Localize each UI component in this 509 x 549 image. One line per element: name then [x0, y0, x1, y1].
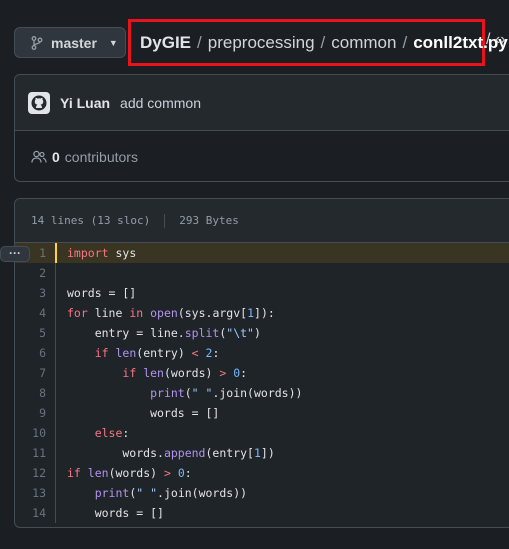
code-text: import sys: [67, 246, 137, 260]
code-line[interactable]: 9 words = []: [15, 403, 509, 423]
contributors-count: 0: [52, 149, 60, 165]
breadcrumb-separator: /: [402, 32, 408, 52]
line-number[interactable]: 5: [15, 326, 55, 340]
code-view: 1 import sys 2 3 words = [] 4 for line in o…: [15, 243, 509, 523]
code-text: if len(entry) < 2:: [94, 346, 220, 360]
file-box: 14 lines (13 sloc) 293 Bytes 1 import sys…: [14, 198, 509, 528]
code-line[interactable]: 10 else:: [15, 423, 509, 443]
file-header: 14 lines (13 sloc) 293 Bytes: [15, 199, 509, 243]
line-number[interactable]: 6: [15, 346, 55, 360]
line-actions-button[interactable]: ···: [0, 246, 30, 262]
code-line[interactable]: 3 words = []: [15, 283, 509, 303]
code-text: for line in open(sys.argv[1]):: [67, 306, 275, 320]
latest-commit: Yi Luan add common: [15, 75, 509, 131]
commit-author-link[interactable]: Yi Luan: [60, 95, 110, 111]
chevron-down-icon: ▼: [108, 37, 118, 48]
line-number[interactable]: 13: [15, 486, 55, 500]
code-text: print(" ".join(words)): [94, 486, 248, 500]
breadcrumb-dir-preprocessing[interactable]: preprocessing: [208, 33, 315, 53]
code-line[interactable]: 7 if len(words) > 0:: [15, 363, 509, 383]
code-text: if len(words) > 0:: [67, 466, 192, 480]
line-number[interactable]: 8: [15, 386, 55, 400]
code-line[interactable]: 13 print(" ".join(words)): [15, 483, 509, 503]
page: master ▼ DyGIE / preprocessing / common …: [0, 0, 509, 549]
code-text: else:: [94, 426, 130, 440]
code-line[interactable]: 4 for line in open(sys.argv[1]):: [15, 303, 509, 323]
code-text: print(" ".join(words)): [150, 386, 303, 400]
code-text: words = []: [67, 286, 137, 300]
file-line-count: 14 lines (13 sloc): [31, 214, 151, 227]
code-line[interactable]: 1 import sys: [15, 243, 509, 263]
line-number[interactable]: 2: [15, 266, 55, 280]
branch-select-button[interactable]: master ▼: [14, 27, 126, 58]
line-number[interactable]: 14: [15, 506, 55, 520]
avatar[interactable]: [28, 91, 50, 114]
breadcrumb: DyGIE / preprocessing / common / conll2t…: [128, 19, 508, 66]
git-branch-icon: [31, 35, 43, 50]
people-icon: [31, 150, 47, 163]
code-text: words.append(entry[1]): [67, 446, 275, 460]
code-text: words = []: [67, 406, 220, 420]
code-line[interactable]: 12 if len(words) > 0:: [15, 463, 509, 483]
header-divider: [164, 213, 166, 228]
commit-message-link[interactable]: add common: [120, 95, 201, 111]
code-line[interactable]: 11 words.append(entry[1]): [15, 443, 509, 463]
line-gutter: [55, 263, 59, 283]
code-line[interactable]: 8 print(" ".join(words)): [15, 383, 509, 403]
commit-box: Yi Luan add common 0 contributors: [14, 74, 509, 182]
code-text: words = []: [67, 506, 164, 520]
code-text: entry = line.split("\t"): [67, 326, 261, 340]
file-size: 293 Bytes: [179, 214, 239, 227]
breadcrumb-repo-link[interactable]: DyGIE: [140, 33, 191, 53]
contributors-label: contributors: [64, 149, 138, 165]
line-number[interactable]: 9: [15, 406, 55, 420]
contributors-row[interactable]: 0 contributors: [15, 131, 509, 181]
github-avatar-icon: [31, 95, 47, 110]
copy-path-icon[interactable]: / ‹›: [486, 31, 506, 49]
line-number[interactable]: 4: [15, 306, 55, 320]
code-line[interactable]: 2: [15, 263, 509, 283]
code-line[interactable]: 6 if len(entry) < 2:: [15, 343, 509, 363]
line-number[interactable]: 12: [15, 466, 55, 480]
line-number[interactable]: 11: [15, 446, 55, 460]
breadcrumb-separator: /: [320, 32, 326, 52]
line-number[interactable]: 10: [15, 426, 55, 440]
code-text: if len(words) > 0:: [122, 366, 248, 380]
line-number[interactable]: 7: [15, 366, 55, 380]
breadcrumb-dir-common[interactable]: common: [331, 33, 396, 53]
code-line[interactable]: 14 words = []: [15, 503, 509, 523]
breadcrumb-tail: / ‹›: [486, 31, 506, 49]
code-line[interactable]: 5 entry = line.split("\t"): [15, 323, 509, 343]
breadcrumb-separator: /: [197, 32, 202, 52]
line-number[interactable]: 3: [15, 286, 55, 300]
branch-name: master: [51, 34, 97, 51]
